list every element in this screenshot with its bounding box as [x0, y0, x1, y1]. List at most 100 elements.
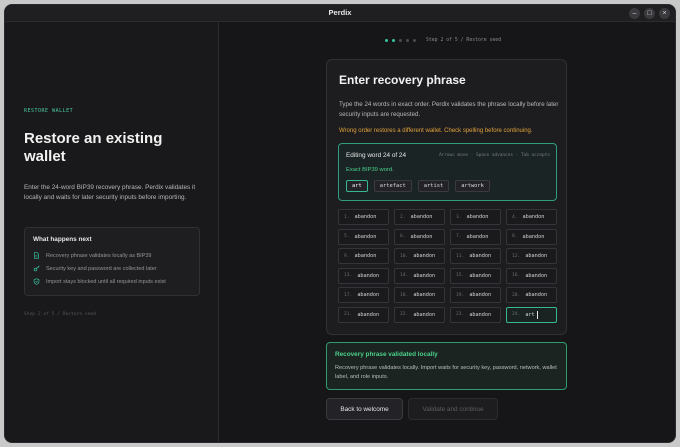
word-value: abandon: [525, 292, 548, 298]
word-number: 8.: [512, 234, 518, 239]
word-input[interactable]: 20. abandon: [506, 287, 557, 303]
word-value: abandon: [354, 253, 377, 259]
suggestion-chip[interactable]: artwork: [455, 180, 490, 192]
close-button[interactable]: ×: [659, 8, 670, 19]
word-number: 19.: [456, 292, 465, 298]
word-value: abandon: [357, 311, 380, 318]
word-value: abandon: [413, 292, 436, 298]
word-input[interactable]: 10. abandon: [394, 248, 445, 264]
word-number: 20.: [512, 292, 521, 298]
page-lead: Enter the 24-word BIP39 recovery phrase.…: [24, 184, 196, 201]
word-input[interactable]: 14. abandon: [394, 267, 445, 284]
suggestions: art artefact artist artwork: [346, 180, 496, 192]
word-input[interactable]: 15. abandon: [450, 267, 501, 284]
document-icon: [34, 252, 39, 259]
word-value: abandon: [410, 233, 433, 240]
word-value: abandon: [466, 214, 489, 220]
editor-title: Editing word 24 of 24: [346, 152, 407, 159]
word-input[interactable]: 22. abandon: [394, 306, 445, 323]
word-value: abandon: [525, 253, 548, 259]
back-to-welcome-button[interactable]: Back to welcome: [326, 398, 403, 420]
word-input[interactable]: 13. abandon: [338, 267, 389, 284]
word-number: 17.: [344, 292, 353, 298]
word-value: abandon: [413, 272, 436, 279]
word-value: abandon: [357, 292, 380, 298]
suggestion-chip[interactable]: artist: [417, 180, 450, 192]
step-dot: [413, 39, 416, 42]
next-step-item: Security key and password are collected …: [33, 262, 191, 275]
word-input[interactable]: 9. abandon: [338, 248, 389, 264]
word-number: 23.: [456, 312, 465, 317]
word-number: 11.: [456, 253, 465, 259]
word-input[interactable]: 16. abandon: [506, 267, 557, 284]
next-step-text: Security key and password are collected …: [46, 265, 157, 272]
word-number: 22.: [400, 312, 409, 317]
maximize-button[interactable]: □: [644, 8, 655, 19]
next-steps-panel: What happens next Recovery phrase valida…: [24, 227, 200, 296]
page-title: Restore an existing wallet: [24, 130, 163, 165]
key-icon: [33, 265, 40, 272]
word-input[interactable]: 12. abandon: [506, 248, 557, 264]
validate-continue-button[interactable]: Validate and continue: [408, 398, 498, 420]
step-dot: [392, 39, 395, 42]
word-number: 21.: [344, 312, 353, 317]
word-value: abandon: [413, 253, 436, 259]
window-title: Perdix: [328, 8, 352, 17]
word-value: abandon: [525, 272, 548, 279]
next-steps-title: What happens next: [33, 236, 92, 243]
word-value: abandon: [522, 233, 545, 240]
word-number: 9.: [344, 253, 350, 259]
word-input[interactable]: 2. abandon: [394, 209, 445, 225]
word-input[interactable]: 8. abandon: [506, 228, 557, 245]
step-dot: [406, 39, 409, 42]
step-dot: [385, 39, 388, 42]
word-value: abandon: [466, 233, 489, 240]
word-input[interactable]: 4. abandon: [506, 209, 557, 225]
shield-check-icon: [33, 278, 40, 285]
suggestion-chip[interactable]: art: [346, 180, 368, 192]
word-input[interactable]: 23. abandon: [450, 306, 501, 323]
word-number: 2.: [400, 214, 406, 220]
minimize-button[interactable]: –: [629, 8, 640, 19]
word-input[interactable]: 24. art: [506, 306, 557, 323]
left-step-indicator: Step 2 of 5 / Restore seed: [24, 312, 96, 317]
word-number: 12.: [512, 253, 521, 259]
word-input[interactable]: 6. abandon: [394, 228, 445, 245]
word-number: 4.: [512, 214, 518, 220]
success-title: Recovery phrase validated locally: [335, 351, 438, 358]
validation-success-panel: Recovery phrase validated locally Recove…: [326, 342, 567, 390]
suggestion-chip[interactable]: artefact: [373, 180, 412, 192]
word-input[interactable]: 7. abandon: [450, 228, 501, 245]
card-description: Type the 24 words in exact order. Perdix…: [339, 101, 559, 118]
word-number: 7.: [456, 234, 462, 239]
text-caret: [536, 310, 538, 319]
word-value: abandon: [354, 233, 377, 240]
recovery-phrase-card: Enter recovery phrase Type the 24 words …: [326, 59, 567, 335]
next-step-item: Recovery phrase validates locally as BIP…: [33, 249, 191, 262]
word-grid: 1. abandon 2. abandon 3. abandon 4. abandon 5. ab…: [338, 209, 557, 323]
word-input[interactable]: 21. abandon: [338, 306, 389, 323]
word-input[interactable]: 11. abandon: [450, 248, 501, 264]
word-number: 3.: [456, 214, 462, 220]
word-number: 24.: [512, 312, 521, 317]
word-input[interactable]: 17. abandon: [338, 287, 389, 303]
word-value: art: [525, 311, 535, 318]
word-value: abandon: [410, 214, 433, 220]
word-input[interactable]: 5. abandon: [338, 228, 389, 245]
word-editor: Editing word 24 of 24 Arrows move · Spac…: [338, 143, 557, 201]
section-eyebrow: RESTORE WALLET: [24, 108, 74, 114]
word-input[interactable]: 18. abandon: [394, 287, 445, 303]
keyboard-hint: Arrows move · Space advances · Tab accep…: [438, 153, 550, 158]
word-input[interactable]: 19. abandon: [450, 287, 501, 303]
word-input[interactable]: 3. abandon: [450, 209, 501, 225]
next-step-item: Import stays blocked until all required …: [33, 275, 191, 288]
word-input[interactable]: 1. abandon: [338, 209, 389, 225]
word-number: 14.: [400, 273, 409, 278]
word-value: abandon: [469, 253, 492, 259]
word-value: abandon: [469, 272, 492, 279]
word-number: 16.: [512, 273, 521, 278]
word-value: abandon: [354, 214, 377, 220]
word-value: abandon: [357, 272, 380, 279]
word-number: 18.: [400, 292, 409, 298]
next-step-text: Import stays blocked until all required …: [46, 278, 166, 285]
